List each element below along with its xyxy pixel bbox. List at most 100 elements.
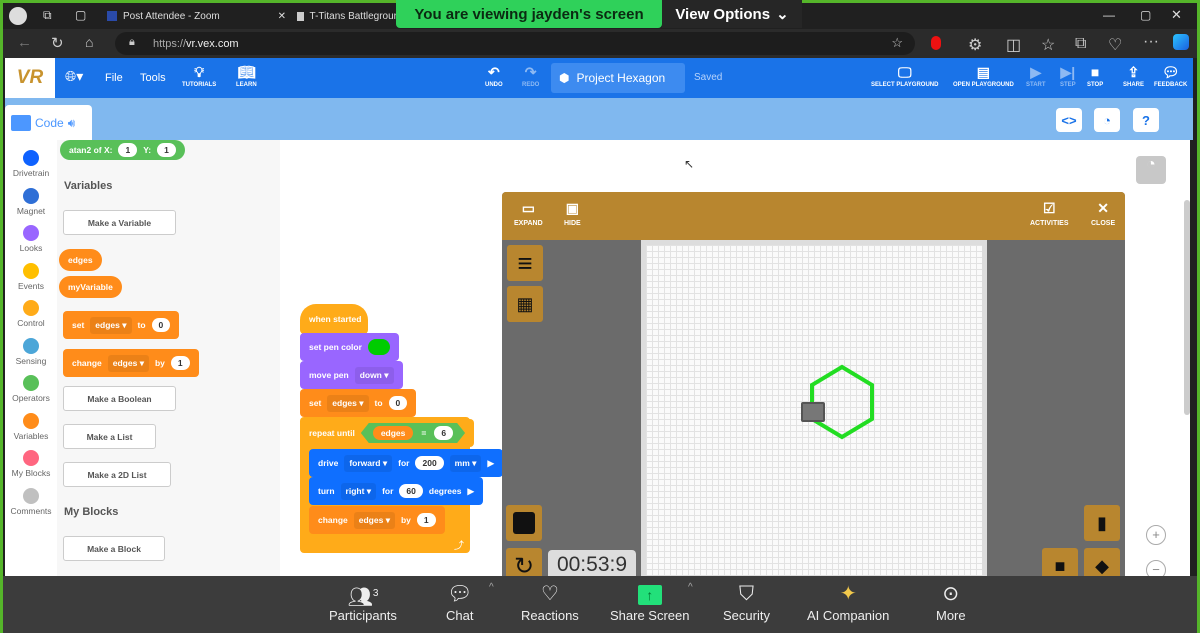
variable-edges[interactable]: edges <box>59 249 102 271</box>
copilot-icon[interactable] <box>1173 34 1189 50</box>
make-list-button[interactable]: Make a List <box>63 424 156 449</box>
close-tab-icon[interactable]: ✕ <box>278 11 286 22</box>
url-input[interactable]: 🔒︎ https://vr.vex.com ☆ <box>115 32 915 55</box>
extension-icon[interactable] <box>931 36 941 50</box>
minimize-button[interactable]: — <box>1103 8 1115 22</box>
step-button[interactable]: ▶| STEP <box>1060 62 1076 88</box>
help-icon[interactable]: ? <box>1133 108 1159 132</box>
expand-arrow-icon[interactable]: ▶ <box>467 486 474 497</box>
profile-icon[interactable] <box>9 7 27 25</box>
share-button[interactable]: ⇪ SHARE <box>1123 62 1144 88</box>
stop-square-icon[interactable] <box>506 505 542 541</box>
feedback-button[interactable]: 💬︎ FEEDBACK <box>1154 62 1187 88</box>
participants-button[interactable]: 👥︎3 Participants <box>329 580 397 623</box>
share-options-caret-icon[interactable]: ^ <box>688 582 693 593</box>
distance-input[interactable]: 200 <box>415 456 444 470</box>
category-events[interactable]: Events <box>5 262 57 291</box>
refresh-icon[interactable]: ↻ <box>51 34 64 52</box>
more-button[interactable]: ⊙ More <box>936 580 966 623</box>
tab-post-attendee[interactable]: Post Attendee - Zoom ✕ <box>107 3 292 29</box>
code-view-button[interactable]: <> <box>1056 108 1082 132</box>
expand-arrow-icon[interactable]: ▶ <box>487 458 494 469</box>
move-pen-block[interactable]: move pen down ▾ <box>300 361 403 389</box>
browser-essentials-icon[interactable]: ♡ <box>1108 35 1122 55</box>
pen-color-swatch[interactable] <box>367 339 390 355</box>
category-control[interactable]: Control <box>5 300 57 328</box>
collections-icon[interactable]: ⧉ <box>1075 35 1086 53</box>
more-options-icon[interactable]: ··· <box>1143 33 1159 51</box>
chat-options-caret-icon[interactable]: ^ <box>489 582 494 593</box>
dashboard-icon[interactable]: ◔ <box>1094 108 1120 132</box>
security-button[interactable]: ⛉ Security <box>723 580 770 623</box>
reactions-button[interactable]: ♡ Reactions <box>521 580 579 623</box>
unit-dropdown[interactable]: mm ▾ <box>449 454 482 472</box>
pen-state-dropdown[interactable]: down ▾ <box>354 366 394 384</box>
edges-reporter[interactable]: edges <box>373 426 414 440</box>
make-2d-list-button[interactable]: Make a 2D List <box>63 462 171 487</box>
workspace-scrollbar[interactable] <box>1184 200 1190 415</box>
hide-button[interactable]: ▣ HIDE <box>564 200 581 227</box>
category-sensing[interactable]: Sensing <box>5 337 57 366</box>
equals-condition[interactable]: edges = 6 <box>361 423 465 443</box>
set-pen-color-block[interactable]: set pen color <box>300 333 399 361</box>
back-icon[interactable]: ← <box>17 34 32 51</box>
variable-dropdown[interactable]: edges ▾ <box>353 511 395 529</box>
code-tab[interactable]: Code 🔊︎ <box>5 105 92 141</box>
activities-button[interactable]: ☑ ACTIVITIES <box>1030 200 1069 227</box>
select-playground-button[interactable]: 🖵 SELECT PLAYGROUND <box>871 62 938 88</box>
tab-actions-icon[interactable]: ▢ <box>75 8 86 22</box>
category-variables[interactable]: Variables <box>5 412 57 441</box>
set-edges-block[interactable]: set edges ▾ to 0 <box>300 389 417 417</box>
variable-myvariable[interactable]: myVariable <box>59 276 122 298</box>
make-block-button[interactable]: Make a Block <box>63 536 165 561</box>
category-my-blocks[interactable]: My Blocks <box>5 450 57 478</box>
tab-t-titans[interactable]: T-Titans Battlegrour <box>297 3 397 29</box>
undo-button[interactable]: ↶ UNDO <box>485 62 503 88</box>
y-input[interactable]: 1 <box>157 143 176 157</box>
category-comments[interactable]: Comments <box>5 487 57 516</box>
start-button[interactable]: ▶ START <box>1026 62 1046 88</box>
atan2-block[interactable]: atan2 of X: 1 Y: 1 <box>60 140 185 160</box>
category-magnet[interactable]: Magnet <box>5 187 57 216</box>
when-started-block[interactable]: when started <box>300 304 368 334</box>
playground-dashboard-icon[interactable]: ◔ <box>1136 156 1166 184</box>
ai-companion-button[interactable]: ✦ AI Companion <box>807 580 889 623</box>
chat-button[interactable]: 💬︎ Chat <box>446 580 473 623</box>
zoom-in-icon[interactable]: + <box>1146 525 1166 545</box>
value-input[interactable]: 0 <box>388 396 408 410</box>
reset-icon[interactable]: ↻ <box>506 548 542 576</box>
camera-follow-icon[interactable]: ◆ <box>1084 548 1120 576</box>
change-edges-block[interactable]: change edges ▾ by 1 <box>309 506 445 534</box>
star-icon[interactable]: ☆ <box>891 35 903 51</box>
camera-top-icon[interactable]: ▮ <box>1084 505 1120 541</box>
change-variable-block[interactable]: change edges ▾ by 1 <box>63 349 199 377</box>
x-input[interactable]: 1 <box>118 143 138 157</box>
maximize-button[interactable]: ▢ <box>1140 8 1151 22</box>
extensions-icon[interactable]: ⚙ <box>968 35 982 55</box>
variable-dropdown[interactable]: edges ▾ <box>107 354 149 372</box>
tools-menu[interactable]: Tools <box>140 72 166 84</box>
split-screen-icon[interactable]: ◫ <box>1006 35 1021 55</box>
make-boolean-button[interactable]: Make a Boolean <box>63 386 176 411</box>
share-screen-button[interactable]: ↑ Share Screen <box>610 580 690 623</box>
angle-input[interactable]: 60 <box>399 484 423 498</box>
workspaces-icon[interactable]: ⧉ <box>43 8 52 23</box>
direction-dropdown[interactable]: forward ▾ <box>344 454 393 472</box>
variable-dropdown[interactable]: edges ▾ <box>90 316 132 334</box>
close-playground-button[interactable]: ✕ CLOSE <box>1091 200 1115 227</box>
learn-button[interactable]: 📖︎ LEARN <box>236 62 257 88</box>
expand-button[interactable]: ▭ EXPAND <box>514 200 543 227</box>
make-variable-button[interactable]: Make a Variable <box>63 210 176 235</box>
open-playground-button[interactable]: ▤ OPEN PLAYGROUND <box>953 62 1014 88</box>
menu-icon[interactable]: ≡ <box>507 245 543 281</box>
favorites-icon[interactable]: ☆ <box>1041 35 1055 55</box>
camera-side-icon[interactable]: ■ <box>1042 548 1078 576</box>
data-table-icon[interactable]: ▦ <box>507 286 543 322</box>
drive-block[interactable]: drive forward ▾ for 200 mm ▾ ▶ <box>309 449 503 477</box>
stop-button[interactable]: ■ STOP <box>1087 62 1103 88</box>
project-name-field[interactable]: ⬢ Project Hexagon <box>551 63 685 93</box>
category-drivetrain[interactable]: Drivetrain <box>5 150 57 178</box>
turn-direction-dropdown[interactable]: right ▾ <box>340 482 377 500</box>
speaker-icon[interactable]: 🔊︎ <box>68 116 76 131</box>
redo-button[interactable]: ↷ REDO <box>522 62 539 88</box>
